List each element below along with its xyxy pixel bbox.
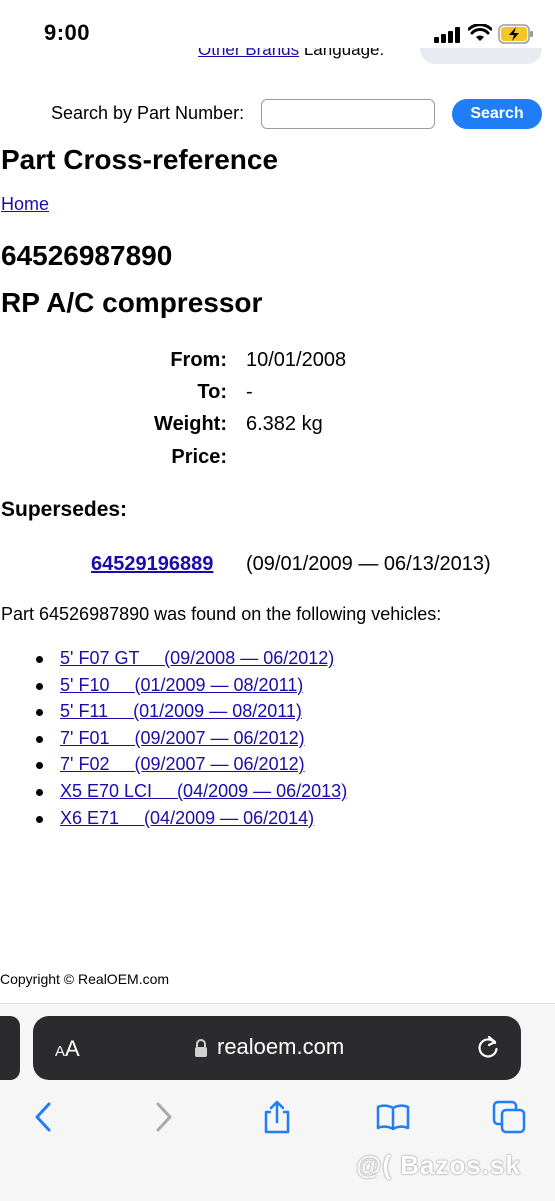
aa-large-glyph: A: [65, 1036, 80, 1061]
page-title: Part Cross-reference: [1, 144, 279, 175]
superseded-part-link[interactable]: 64529196889: [91, 553, 213, 576]
bullet-icon: [36, 788, 43, 796]
share-icon[interactable]: [260, 1100, 294, 1134]
wifi-icon: [468, 24, 492, 41]
bookmarks-icon[interactable]: [376, 1100, 410, 1134]
part-number-input[interactable]: [261, 99, 435, 129]
search-label: Search by Part Number:: [51, 103, 245, 123]
vehicle-link[interactable]: X6 E71 (04/2009 — 06/2014): [60, 808, 314, 829]
aa-small-glyph: A: [55, 1043, 66, 1060]
vehicle-link[interactable]: 7' F01 (09/2007 — 06/2012): [60, 728, 305, 749]
part-name-heading: RP A/C compressor: [1, 287, 263, 318]
watermark-text: @( Bazos.sk: [356, 1150, 521, 1180]
page-settings-button[interactable]: AA: [55, 1036, 80, 1062]
previous-tab-bar[interactable]: [0, 1016, 20, 1080]
vehicles-intro: Part 64526987890 was found on the follow…: [1, 604, 442, 624]
to-label: To:: [197, 381, 227, 403]
weight-value: 6.382 kg: [246, 413, 323, 435]
supersedes-heading: Supersedes:: [1, 498, 128, 521]
bullet-icon: [36, 762, 43, 770]
superseded-date-range: (09/01/2009 — 06/13/2013): [246, 553, 491, 575]
vehicle-link[interactable]: X5 E70 LCI (04/2009 — 06/2013): [60, 781, 347, 802]
vehicle-link[interactable]: 7' F02 (09/2007 — 06/2012): [60, 754, 305, 775]
language-select[interactable]: [420, 48, 542, 64]
battery-charging-icon: [498, 24, 533, 44]
from-label: From:: [170, 349, 227, 371]
bullet-icon: [36, 815, 43, 823]
header-clipped-row: Other Brands Language:: [0, 48, 555, 70]
bullet-icon: [36, 682, 43, 690]
url-text[interactable]: realoem.com: [217, 1034, 344, 1060]
cellular-signal-icon: [434, 27, 460, 43]
other-brands-link[interactable]: Other Brands: [198, 48, 299, 59]
vehicle-link[interactable]: 5' F07 GT (09/2008 — 06/2012): [60, 648, 334, 669]
bullet-icon: [36, 656, 43, 663]
weight-label: Weight:: [154, 413, 227, 435]
back-icon[interactable]: [27, 1100, 61, 1134]
vehicle-link[interactable]: 5' F10 (01/2009 — 08/2011): [60, 675, 303, 696]
lock-icon: [195, 1039, 207, 1057]
bullet-icon: [36, 709, 43, 717]
tabs-icon[interactable]: [492, 1100, 526, 1134]
forward-icon[interactable]: [146, 1100, 180, 1134]
home-link[interactable]: Home: [1, 194, 49, 215]
from-value: 10/01/2008: [246, 349, 347, 371]
copyright-text: Copyright © RealOEM.com: [0, 971, 170, 987]
search-button[interactable]: Search: [452, 99, 542, 129]
status-time: 9:00: [44, 20, 91, 45]
reload-icon[interactable]: [476, 1034, 500, 1060]
language-label: Language:: [303, 48, 385, 59]
bullet-icon: [36, 735, 43, 743]
part-number-heading: 64526987890: [1, 240, 173, 271]
price-label: Price:: [171, 446, 227, 468]
to-value: -: [246, 381, 253, 403]
vehicle-link[interactable]: 5' F11 (01/2009 — 08/2011): [60, 701, 302, 722]
